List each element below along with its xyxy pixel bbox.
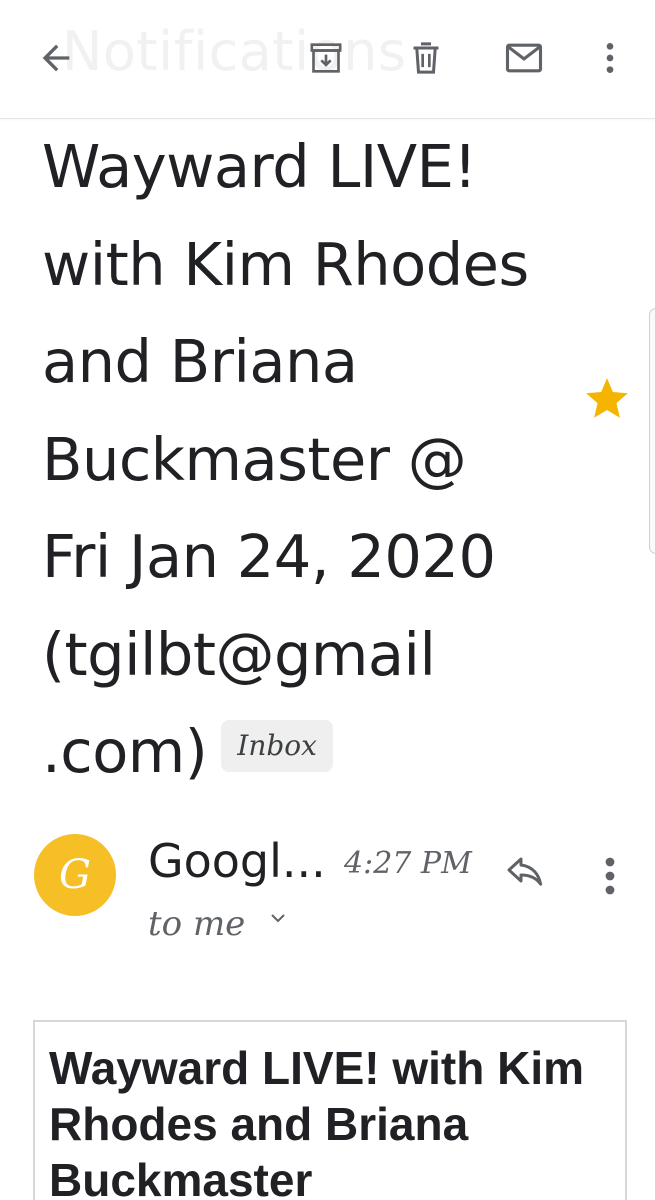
subject-line-last: .com) Inbox [42,703,582,801]
subject-line: with Kim Rhodes [42,229,529,299]
email-view: Notifications Wayward LIVE! with Kim Rho… [0,0,655,1200]
top-app-bar: Notifications [0,0,655,119]
subject-line: (tgilbt@gmail [42,619,436,689]
star-button[interactable] [582,374,632,424]
trash-icon [413,42,439,74]
subject-line: Wayward LIVE! [42,132,477,201]
sender-avatar[interactable]: G [34,834,116,916]
subject-line: and Briana [42,327,358,396]
mail-icon [505,43,543,73]
subject-line: Buckmaster @ [42,424,467,494]
reply-button[interactable] [498,850,552,898]
subject-line: Fri Jan 24, 2020 [42,522,496,591]
back-button[interactable] [28,30,84,86]
reply-icon [507,857,543,886]
archive-button[interactable] [298,30,354,86]
email-subject: Wayward LIVE! with Kim Rhodes and Briana… [42,118,582,801]
more-vert-icon [605,857,615,895]
more-options-button[interactable] [582,30,638,86]
star-icon [586,378,628,418]
subject-line: .com) [42,717,208,786]
message-more-button[interactable] [592,852,628,900]
chevron-down-icon [271,914,285,923]
archive-icon [310,43,342,73]
arrow-back-icon [42,44,70,72]
more-vert-icon [606,43,614,73]
sender-name[interactable]: Googl... [148,834,326,888]
message-body-card: Wayward LIVE! with Kim Rhodes and Briana… [33,1020,627,1200]
fast-scroll-handle[interactable] [649,308,655,554]
delete-button[interactable] [398,30,454,86]
inbox-label-chip[interactable]: Inbox [221,719,333,772]
event-title: Wayward LIVE! with Kim Rhodes and Briana… [49,1042,585,1200]
expand-details-button[interactable] [268,910,288,926]
mark-unread-button[interactable] [496,30,552,86]
faded-title: Notifications [62,20,407,83]
message-time: 4:27 PM [344,846,472,881]
recipient-summary[interactable]: to me [148,904,245,944]
